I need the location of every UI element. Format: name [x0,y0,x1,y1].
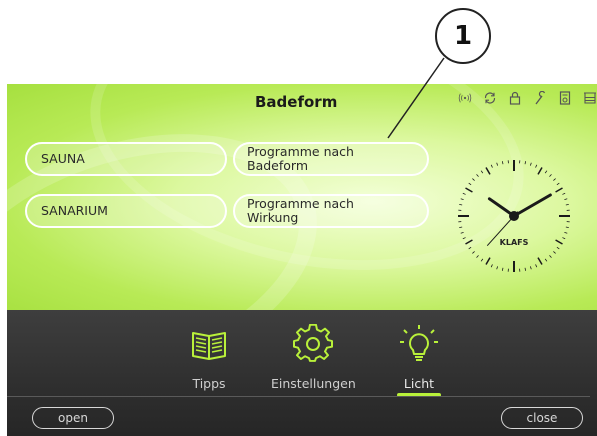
clock-tick [553,178,556,181]
clock-tick [468,182,472,186]
clock-tick [490,264,493,268]
programs-by-bath-form-button[interactable]: Programme nach Badeform [233,142,429,176]
close-button-label: close [526,411,558,425]
clock-tick [459,203,463,206]
nav-label-tipps: Tipps [192,376,226,391]
sanarium-button-label: SANARIUM [41,203,108,218]
clock-tick [556,246,560,250]
clock-tick [544,258,548,262]
clock-tick [472,178,475,181]
clock-tick [537,257,543,265]
refresh-icon[interactable] [483,90,497,106]
programs-by-effect-line2: Wirkung [247,210,299,225]
clock-tick [537,167,543,175]
clock-tick [476,174,479,177]
clock-tick [529,162,532,166]
nav-item-einstellungen[interactable]: Einstellungen [271,310,356,391]
clock-tick [480,170,484,174]
clock-tick [549,255,552,258]
clock-tick [465,239,473,245]
programs-by-bath-form-line1: Programme nach [247,144,354,159]
clock-tick [460,231,464,234]
clock-tick [501,267,504,271]
programs-by-bath-form-line2: Badeform [247,158,309,173]
page-title: Badeform [255,93,338,111]
book-icon [192,332,226,360]
light-bulb-icon [400,325,438,361]
callout-number: 1 [453,21,473,51]
clock-tick [535,264,538,268]
clock-tick [565,226,569,229]
clock-tick [524,161,527,165]
lock-icon[interactable] [508,90,522,106]
nav-item-tipps[interactable]: Tipps [189,310,229,391]
clock-tick [480,258,484,262]
clock-tick [524,267,527,271]
nav-label-einstellungen: Einstellungen [271,376,356,391]
clock-minute-hand [512,193,552,218]
nav-label-licht: Licht [403,376,435,391]
wrench-icon[interactable] [533,90,547,106]
clock-tick [544,170,548,174]
open-button[interactable]: open [32,407,114,429]
clock-tick [465,187,473,193]
clock-tick [549,174,552,177]
programs-by-effect-line1: Programme nach [247,196,354,211]
stack-icon[interactable] [583,90,597,106]
clock-tick [562,192,566,195]
programs-by-effect-button[interactable]: Programme nach Wirkung [233,194,429,228]
open-button-label: open [58,411,88,425]
sanarium-button[interactable]: SANARIUM [25,194,227,228]
clock-tick [490,164,493,168]
clock-tick [468,246,472,250]
device-icon[interactable] [558,90,572,106]
wireless-icon[interactable] [458,90,472,106]
clock-tick [459,226,463,229]
close-button[interactable]: close [501,407,583,429]
gear-icon [293,324,334,362]
clock-tick [556,182,560,186]
clock-tick [460,198,464,201]
clock-center [509,211,519,221]
clock-tick [496,266,499,270]
clock-tick [555,187,563,193]
clock-tick [496,162,499,166]
clock-tick [462,237,466,240]
clock-tick [535,164,538,168]
clock-tick [562,237,566,240]
clock-tick [529,266,532,270]
clock-tick [564,231,568,234]
clock-tick [553,251,556,254]
clock-tick [485,257,491,265]
clock-tick [485,167,491,175]
clock-tick [565,203,569,206]
clock-tick [555,239,563,245]
nav-item-licht[interactable]: Licht [397,310,441,397]
sauna-button[interactable]: SAUNA [25,142,227,176]
clock-tick [472,251,475,254]
clock-tick [462,192,466,195]
sauna-button-label: SAUNA [41,151,85,166]
clock-brand: KLAFS [500,238,529,247]
clock-tick [476,255,479,258]
clock-tick [501,161,504,165]
bottom-bar: Tipps Einstellungen Licht open close [7,310,597,436]
status-bar [458,90,597,106]
analog-clock: KLAFS [458,160,570,272]
callout-marker: 1 [435,8,491,64]
clock-tick [564,198,568,201]
bottom-divider [7,396,590,397]
